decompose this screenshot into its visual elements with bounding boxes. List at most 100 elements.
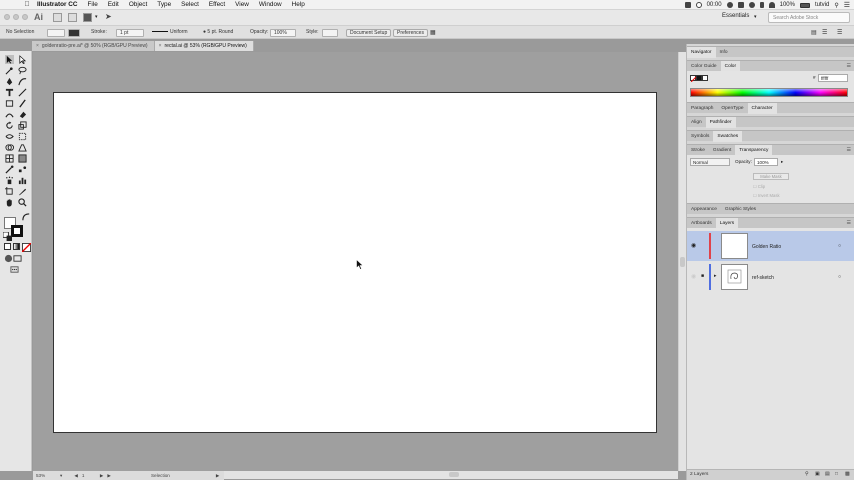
swap-fill-stroke-icon[interactable] [22, 213, 30, 221]
scale-tool-icon[interactable] [18, 121, 27, 130]
creative-cloud-icon[interactable] [748, 2, 755, 8]
close-window-button[interactable] [4, 14, 10, 20]
tab-gradient[interactable]: Gradient [709, 145, 735, 156]
document-setup-button[interactable]: Document Setup [346, 29, 392, 37]
tab-swatches[interactable]: Swatches [713, 130, 743, 142]
wifi-icon[interactable] [768, 2, 775, 8]
delete-layer-icon[interactable]: ▩ [845, 472, 850, 477]
tab-transparency[interactable]: Transparency [735, 144, 773, 156]
artboard-number-field[interactable]: 1 [82, 473, 96, 478]
zoom-window-button[interactable] [22, 14, 28, 20]
hand-tool-icon[interactable] [5, 198, 14, 207]
zoom-dropdown-icon[interactable]: ▾ [60, 473, 62, 479]
layer-row-golden-ratio[interactable]: ◉ Golden Ratio ○ [687, 231, 854, 261]
stock-icon[interactable] [68, 13, 77, 22]
paintbrush-tool-icon[interactable] [18, 99, 27, 108]
menu-object[interactable]: Object [124, 1, 152, 8]
arrange-documents-icon[interactable] [83, 13, 92, 22]
scrollbar-thumb[interactable] [449, 472, 459, 477]
gpu-performance-icon[interactable]: ➤ [105, 12, 112, 21]
tab-pathfinder[interactable]: Pathfinder [705, 116, 736, 128]
curvature-tool-icon[interactable] [18, 77, 27, 86]
menu-select[interactable]: Select [176, 1, 204, 8]
tab-character[interactable]: Character [747, 102, 777, 114]
invert-mask-checkbox[interactable]: ☐ Invert Mask [753, 193, 780, 198]
tab-info[interactable]: Info [716, 47, 732, 58]
workspace-dropdown-icon[interactable]: ▾ [754, 14, 757, 20]
hex-field[interactable]: ffffff [818, 74, 848, 82]
opacity-arrow-icon[interactable]: ▸ [781, 159, 783, 165]
blend-tool-icon[interactable] [18, 165, 27, 174]
gradient-tool-icon[interactable] [18, 154, 27, 163]
tab-align[interactable]: Align [687, 117, 706, 128]
zoom-tool-icon[interactable] [18, 198, 27, 207]
battery-icon[interactable] [799, 2, 810, 8]
minimize-window-button[interactable] [13, 14, 19, 20]
menu-user[interactable]: tutvid [815, 2, 829, 8]
tab-layers[interactable]: Layers [715, 217, 739, 229]
zoom-level-field[interactable]: 53% [36, 473, 58, 478]
free-transform-tool-icon[interactable] [18, 132, 27, 141]
visibility-eye-icon[interactable]: ◉ [691, 273, 696, 280]
new-sublayer-icon[interactable]: ▤ [825, 472, 830, 477]
menu-edit[interactable]: Edit [103, 1, 124, 8]
arrange-dropdown-icon[interactable]: ▾ [95, 14, 98, 20]
menu-view[interactable]: View [230, 1, 254, 8]
clipping-mask-icon[interactable]: ▣ [815, 472, 820, 477]
panel-menu-icon[interactable]: ☰ [847, 147, 851, 153]
magic-wand-tool-icon[interactable] [5, 66, 14, 75]
pen-tool-icon[interactable] [5, 77, 14, 86]
close-icon[interactable]: × [159, 43, 162, 49]
eyedropper-tool-icon[interactable] [5, 165, 14, 174]
stroke-weight-field[interactable]: 1 pt [116, 29, 144, 37]
rotate-tool-icon[interactable] [5, 121, 14, 130]
gradient-mode-icon[interactable] [13, 243, 20, 250]
type-tool-icon[interactable] [5, 88, 14, 97]
preferences-button[interactable]: Preferences [393, 29, 428, 37]
record-icon[interactable] [726, 2, 733, 8]
control-panel-menu-icon[interactable]: ☰ [837, 29, 842, 36]
visibility-eye-icon[interactable]: ◉ [691, 242, 696, 249]
workspace-switcher[interactable]: Essentials [722, 13, 749, 19]
target-circle-icon[interactable]: ○ [838, 243, 841, 249]
tab-artboards[interactable]: Artboards [687, 218, 716, 229]
tab-color[interactable]: Color [720, 60, 741, 72]
perspective-grid-tool-icon[interactable] [18, 143, 27, 152]
next-artboard-icon[interactable]: ▶ [100, 473, 104, 479]
eraser-tool-icon[interactable] [18, 110, 27, 119]
menu-window[interactable]: Window [254, 1, 287, 8]
menu-effect[interactable]: Effect [204, 1, 230, 8]
apple-icon[interactable]:  [22, 1, 32, 8]
battery-percent[interactable]: 100% [780, 2, 795, 8]
lasso-tool-icon[interactable] [18, 66, 27, 75]
line-segment-tool-icon[interactable] [18, 88, 27, 97]
color-spectrum[interactable] [690, 88, 848, 97]
scrollbar-thumb[interactable] [680, 257, 685, 267]
fill-swatch-dropdown[interactable] [47, 29, 65, 37]
menu-app-name[interactable]: Illustrator CC [32, 1, 82, 8]
rectangle-tool-icon[interactable] [5, 99, 14, 108]
artboard[interactable] [53, 92, 657, 433]
display-icon[interactable] [684, 2, 691, 8]
bridge-icon[interactable] [53, 13, 62, 22]
variable-width-profile[interactable]: Uniform [152, 29, 188, 35]
width-tool-icon[interactable] [5, 132, 14, 141]
layer-name[interactable]: Golden Ratio [752, 244, 781, 250]
layer-row-ref-sketch[interactable]: ◉ ■ ▸ ref-sketch ○ [687, 262, 854, 292]
vertical-scrollbar[interactable] [678, 52, 686, 471]
tab-opentype[interactable]: OpenType [717, 103, 747, 114]
symbol-sprayer-tool-icon[interactable] [5, 176, 14, 185]
none-mode-icon[interactable] [21, 242, 32, 253]
edit-toolbar-icon[interactable] [10, 265, 20, 273]
bluetooth-icon[interactable] [759, 2, 764, 8]
opacity-field[interactable]: 100% [270, 29, 296, 37]
stroke-swatch-dropdown[interactable] [68, 29, 80, 37]
brush-definition[interactable]: ● 5 pt. Round [203, 29, 233, 35]
blend-mode-dropdown[interactable]: Normal [690, 158, 730, 166]
spotlight-icon[interactable]: ⚲ [834, 2, 838, 9]
column-graph-tool-icon[interactable] [18, 176, 27, 185]
dropbox-icon[interactable] [737, 2, 744, 8]
last-artboard-icon[interactable]: ▶ [107, 473, 111, 479]
clock-icon[interactable] [695, 2, 702, 8]
close-icon[interactable]: × [36, 43, 39, 49]
